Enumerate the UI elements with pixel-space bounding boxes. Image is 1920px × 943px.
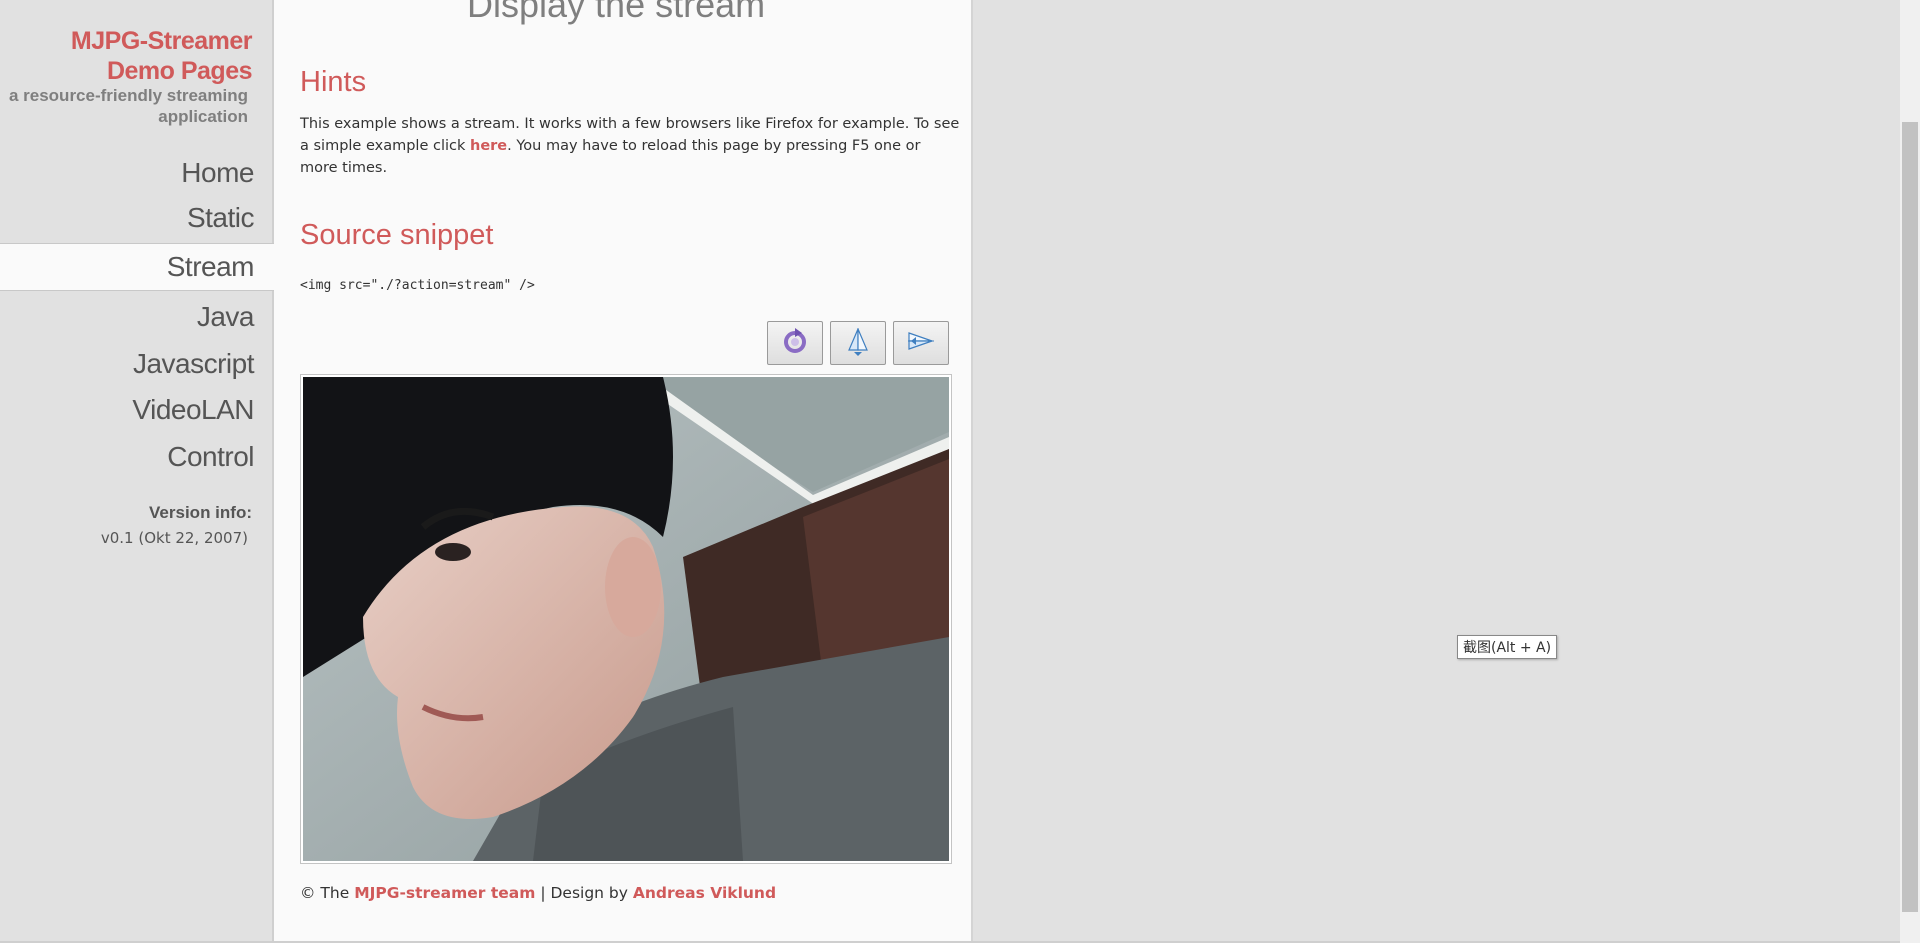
site-title-line2: Demo Pages [106,57,253,85]
site-subtitle-line2: application [158,107,248,126]
stream-frame [300,374,952,864]
footer-middle: | Design by [535,884,633,902]
flip-horizontal-button[interactable] [893,321,949,365]
nav-item-control[interactable]: Control [0,434,274,480]
nav-item-videolan[interactable]: VideoLAN [0,387,274,433]
footer-prefix: © The [300,884,355,902]
sidebar: MJPG-Streamer Demo Pages a resource-frie… [0,0,274,943]
stream-image [303,377,949,861]
nav-item-java[interactable]: Java [0,294,274,340]
source-snippet-code: <img src="./?action=stream" /> [300,278,535,293]
nav-item-stream[interactable]: Stream [0,243,274,291]
rotate-button[interactable] [767,321,823,365]
flip-vertical-button[interactable] [830,321,886,365]
site-title: MJPG-Streamer Demo Pages [0,26,253,86]
flip-horizontal-icon [906,326,936,360]
main-content: Display the stream Hints This example sh… [274,0,973,943]
site-title-line1: MJPG-Streamer [70,27,253,55]
version-label: Version info: [149,503,252,522]
vertical-scrollbar[interactable] [1900,0,1920,943]
flip-vertical-icon [843,326,873,360]
screenshot-tooltip: 截图(Alt + A) [1457,635,1558,659]
mjpg-streamer-team-link[interactable]: MJPG-streamer team [354,884,535,902]
footer: © The MJPG-streamer team | Design by And… [300,884,776,902]
nav-item-javascript[interactable]: Javascript [0,341,274,387]
nav-item-home[interactable]: Home [0,150,274,196]
page-title: Display the stream [467,0,766,25]
andreas-viklund-link[interactable]: Andreas Viklund [633,884,776,902]
version-value: v0.1 (Okt 22, 2007) [100,529,248,547]
hints-text: This example shows a stream. It works wi… [300,113,960,179]
rotate-icon [780,326,810,360]
nav-item-static[interactable]: Static [0,195,274,241]
source-snippet-heading: Source snippet [300,219,494,251]
scrollbar-thumb[interactable] [1902,122,1918,912]
site-subtitle-line1: a resource-friendly streaming [8,86,248,105]
hints-heading: Hints [300,66,367,98]
here-link[interactable]: here [470,138,507,154]
site-subtitle: a resource-friendly streaming applicatio… [0,85,248,127]
